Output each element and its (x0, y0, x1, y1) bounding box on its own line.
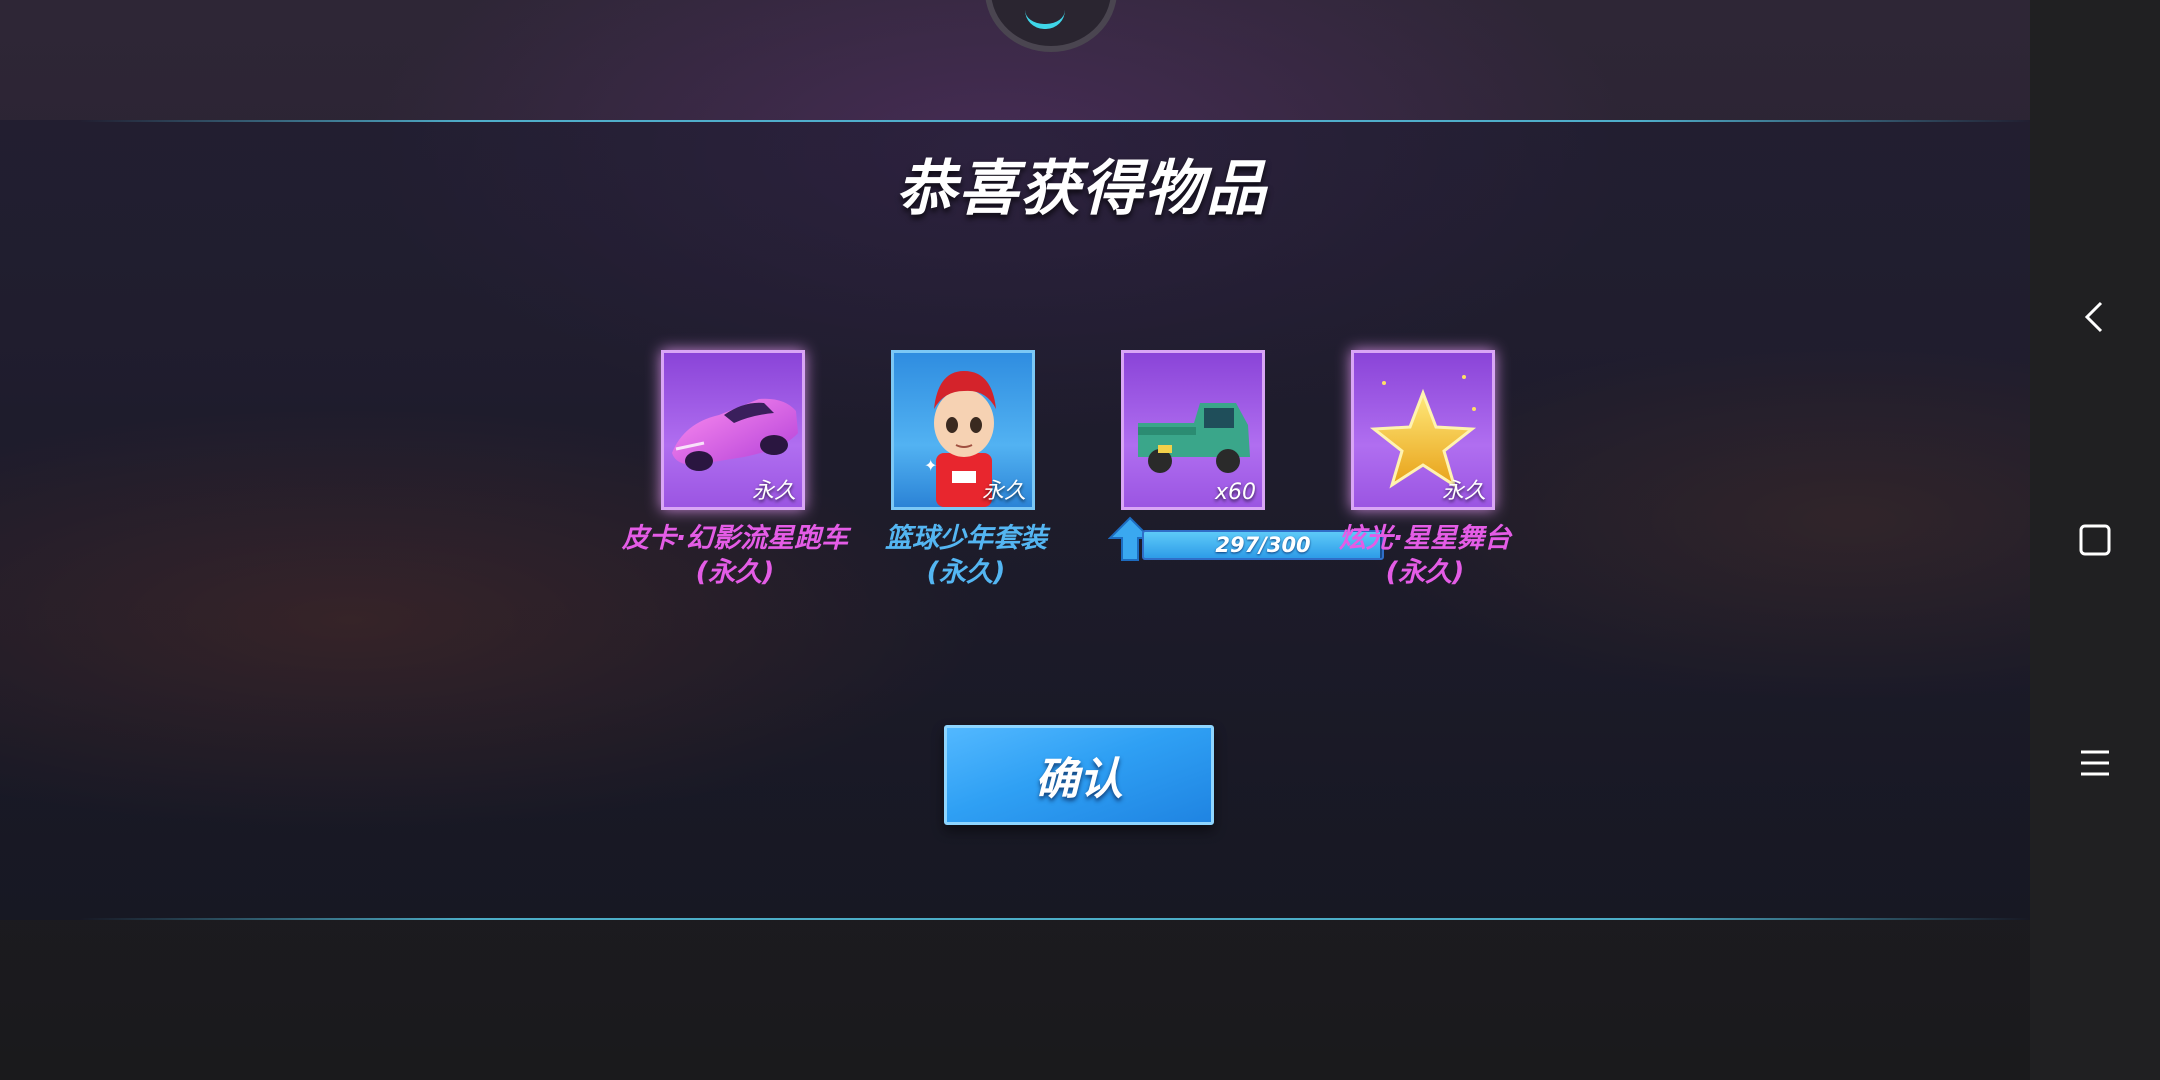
reward-tag: 永久 (1441, 479, 1486, 504)
back-chevron-icon (2084, 301, 2103, 333)
reward-card-pickup-truck[interactable]: x60 (1121, 350, 1265, 510)
reward-name-sports-car: 皮卡·幻影流星跑车 (永久) (605, 522, 865, 590)
nav-back-button[interactable] (2030, 272, 2160, 362)
dialog-top-divider (80, 120, 2030, 122)
svg-text:✦: ✦ (924, 456, 937, 475)
menu-lines-icon (2081, 750, 2109, 776)
confirm-button-label: 确认 (1035, 754, 1123, 805)
dialog-bottom-divider (80, 918, 2030, 920)
reward-name-line1: 篮球少年套装 (885, 523, 1047, 554)
system-nav-bar (2030, 0, 2160, 1080)
reward-card-basketball-outfit[interactable]: ✦ 永久 (891, 350, 1035, 510)
nav-home-button[interactable] (2030, 495, 2160, 585)
reward-name-line2: (永久) (1385, 557, 1465, 588)
reward-name-line1: 皮卡·幻影流星跑车 (621, 523, 849, 554)
reward-name-line1: 炫光·星星舞台 (1338, 523, 1512, 554)
game-background: 恭喜获得物品 永久 皮卡·幻影流星跑车 (永久) ✦ 永久 篮球少年套装 (永久… (0, 0, 2030, 1080)
nav-menu-button[interactable] (2030, 718, 2160, 808)
reward-name-star-stage: 炫光·星星舞台 (永久) (1295, 522, 1555, 590)
confirm-button[interactable]: 确认 (944, 725, 1214, 825)
reward-name-basketball-outfit: 篮球少年套装 (永久) (836, 522, 1096, 590)
reward-tag: 永久 (981, 479, 1026, 504)
dialog-title-text: 恭喜获得物品 (896, 154, 1268, 224)
reward-card-sports-car[interactable]: 永久 (661, 350, 805, 510)
reward-tag: 永久 (751, 479, 796, 504)
reward-name-line2: (永久) (695, 557, 775, 588)
home-square-icon (2079, 524, 2111, 556)
dialog-title: 恭喜获得物品 (0, 140, 2030, 227)
reward-name-line2: (永久) (926, 557, 1006, 588)
reward-card-star-stage[interactable]: 永久 (1351, 350, 1495, 510)
reward-tag: x60 (1214, 480, 1256, 505)
upgrade-progress: 297/300 (1108, 516, 1384, 562)
